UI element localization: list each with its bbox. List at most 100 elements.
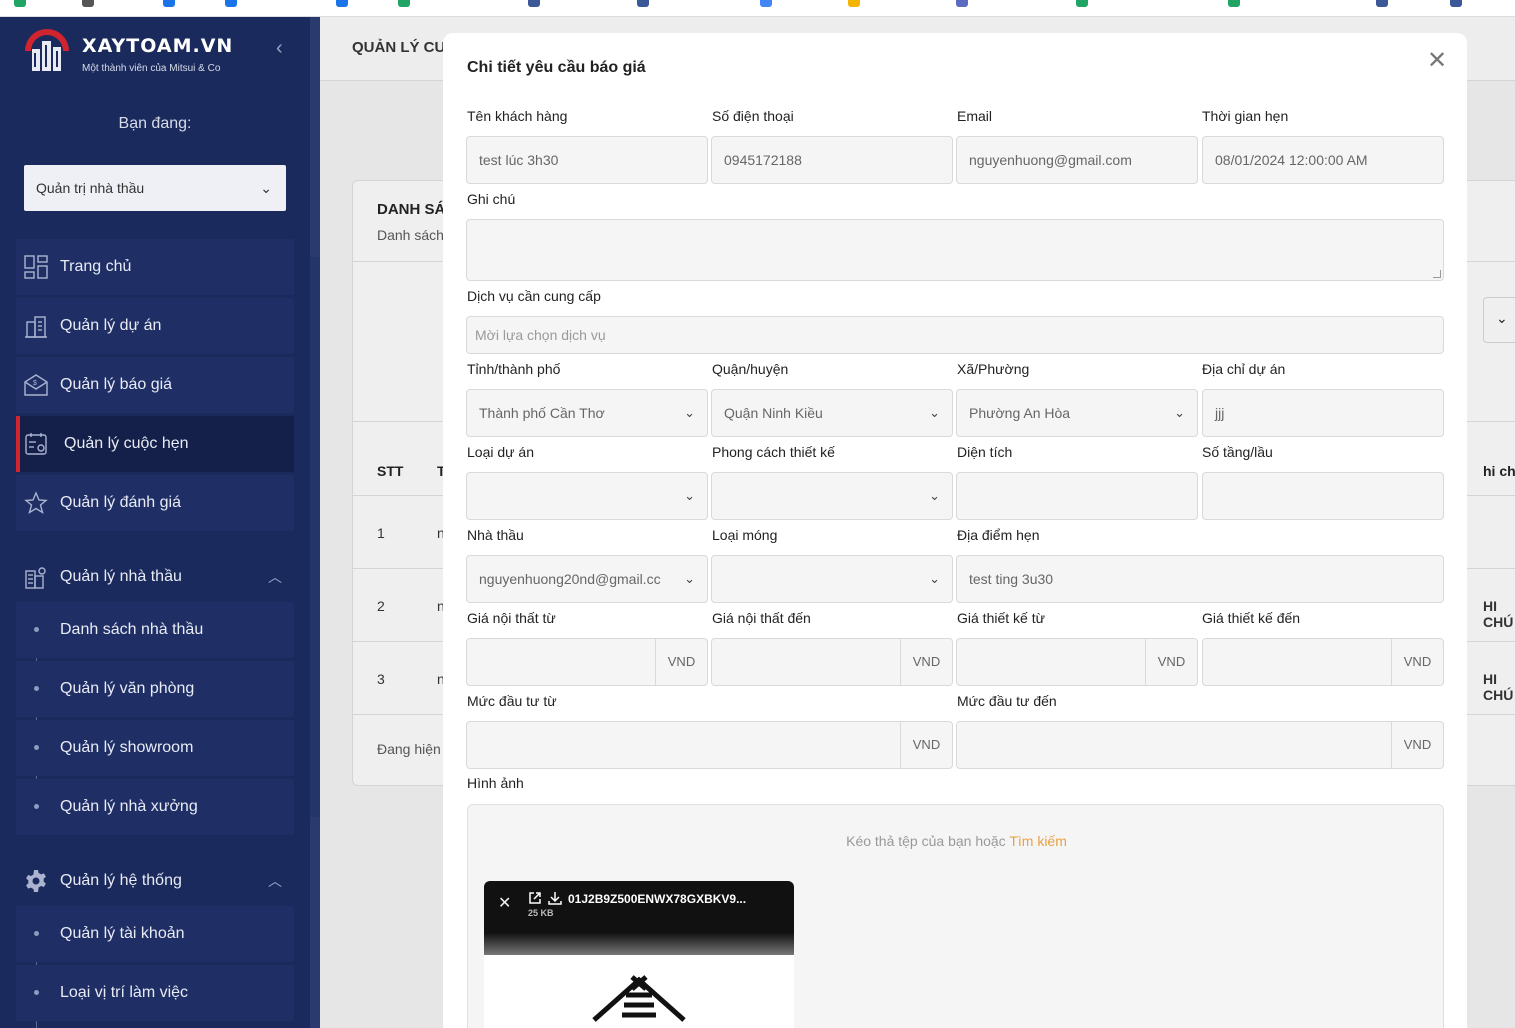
note-textarea[interactable] — [466, 219, 1444, 281]
bookmark-icon[interactable] — [398, 0, 410, 7]
sidebar-item-offices[interactable]: Quản lý văn phòng — [16, 661, 294, 717]
sidebar: XAYTOAM.VN Một thành viên của Mitsui & C… — [0, 17, 320, 1028]
sidebar-item-projects[interactable]: Quản lý dự án — [16, 298, 294, 354]
bookmark-icon[interactable] — [1376, 0, 1388, 7]
contractor-label: Nhà thầu — [467, 527, 524, 543]
email-label: Email — [957, 108, 993, 124]
remove-file-icon[interactable]: ✕ — [498, 893, 511, 913]
area-field[interactable] — [956, 472, 1198, 520]
bookmark-icon[interactable] — [528, 0, 540, 7]
ward-select[interactable]: Phường An Hòa ⌄ — [956, 389, 1198, 437]
chevron-up-icon[interactable]: ︿ — [268, 853, 282, 909]
download-icon[interactable] — [548, 891, 562, 905]
appointment-time-field[interactable]: 08/01/2024 12:00:00 AM — [1202, 136, 1444, 184]
design-price-from-field[interactable]: VND — [956, 638, 1198, 686]
contractor-select[interactable]: nguyenhuong20nd@gmail.cc ⌄ — [466, 555, 708, 603]
sidebar-group-contractors[interactable]: Quản lý nhà thầu ︿ — [16, 549, 294, 605]
interior-price-to-field[interactable]: VND — [711, 638, 953, 686]
bookmark-icon[interactable] — [956, 0, 968, 7]
chevron-down-icon: ⌄ — [929, 405, 940, 420]
sidebar-group-label: Quản lý hệ thống — [60, 872, 182, 889]
interior-price-from-field[interactable]: VND — [466, 638, 708, 686]
table-cell: 2 — [377, 598, 385, 614]
column-header: hi chú — [1483, 463, 1515, 479]
close-icon[interactable]: ✕ — [1427, 49, 1447, 73]
bookmark-icon[interactable] — [1450, 0, 1462, 7]
services-select[interactable]: Mời lựa chọn dịch vụ — [466, 316, 1444, 354]
customer-name-field[interactable]: test lúc 3h30 — [466, 136, 708, 184]
file-name: 01J2B9Z500ENWX78GXBKV9... — [568, 892, 747, 906]
design-price-from-label: Giá thiết kế từ — [957, 610, 1045, 626]
investment-from-field[interactable]: VND — [466, 721, 953, 769]
appointment-icon — [25, 433, 47, 455]
table-cell[interactable]: HI CHÚ — [1483, 598, 1515, 630]
quote-envelope-icon: $ — [24, 374, 48, 396]
bookmark-icon[interactable] — [336, 0, 348, 7]
pagination-text: Đang hiện — [377, 741, 441, 757]
design-price-to-field[interactable]: VND — [1202, 638, 1444, 686]
bookmark-icon[interactable] — [637, 0, 649, 7]
open-external-icon[interactable] — [528, 891, 542, 905]
bookmark-icon[interactable] — [760, 0, 772, 7]
investment-from-label: Mức đầu tư từ — [467, 693, 557, 709]
sidebar-item-reviews[interactable]: Quản lý đánh giá — [16, 475, 294, 531]
province-select[interactable]: Thành phố Cần Thơ ⌄ — [466, 389, 708, 437]
sidebar-scrollbar-thumb[interactable] — [310, 257, 320, 817]
foundation-type-label: Loại móng — [712, 527, 778, 543]
services-label: Dịch vụ cần cung cấp — [467, 288, 601, 304]
chevron-down-icon: ⌄ — [684, 571, 695, 586]
sidebar-item-quotes[interactable]: $ Quản lý báo giá — [16, 357, 294, 413]
chevron-up-icon[interactable]: ︿ — [268, 549, 282, 605]
chevron-down-icon: ⌄ — [684, 488, 695, 503]
currency-unit: VND — [1391, 639, 1443, 685]
page-title: QUẢN LÝ CU — [352, 39, 446, 56]
dashboard-icon — [24, 255, 48, 279]
investment-to-field[interactable]: VND — [956, 721, 1444, 769]
sidebar-item-workshops[interactable]: Quản lý nhà xưởng — [16, 779, 294, 835]
sidebar-item-accounts[interactable]: Quản lý tài khoản — [16, 906, 294, 962]
role-select[interactable]: Quản trị nhà thầu ⌄ — [24, 165, 286, 211]
sidebar-item-work-positions[interactable]: Loại vị trí làm việc — [16, 965, 294, 1021]
resize-handle-icon[interactable] — [1433, 270, 1441, 278]
bookmark-icon[interactable] — [225, 0, 237, 7]
bookmark-icon[interactable] — [848, 0, 860, 7]
appointment-time-label: Thời gian hẹn — [1202, 108, 1289, 124]
sidebar-item-showrooms[interactable]: Quản lý showroom — [16, 720, 294, 776]
phone-field[interactable]: 0945172188 — [711, 136, 953, 184]
table-cell: 1 — [377, 525, 385, 541]
sidebar-group-system[interactable]: Quản lý hệ thống ︿ — [16, 853, 294, 909]
brand-logo[interactable]: XAYTOAM.VN Một thành viên của Mitsui & C… — [22, 25, 242, 81]
filter-select[interactable]: ⌄ — [1483, 297, 1515, 343]
interior-price-to-label: Giá nội thất đến — [712, 610, 811, 626]
email-field[interactable]: nguyenhuong@gmail.com — [956, 136, 1198, 184]
image-dropzone[interactable]: Kéo thả tệp của bạn hoặc Tìm kiếm ✕ 01J2… — [467, 804, 1444, 1028]
file-size: 25 KB — [528, 908, 554, 918]
bookmark-icon[interactable] — [163, 0, 175, 7]
chevron-down-icon: ⌄ — [1496, 310, 1508, 326]
design-style-select[interactable]: ⌄ — [711, 472, 953, 520]
bookmark-icon[interactable] — [82, 0, 94, 7]
district-value: Quận Ninh Kiều — [724, 405, 823, 421]
meeting-place-field[interactable]: test ting 3u30 — [956, 555, 1444, 603]
browse-files-link[interactable]: Tìm kiếm — [1009, 833, 1067, 849]
sidebar-item-appointments[interactable]: Quản lý cuộc hẹn — [16, 416, 294, 472]
investment-to-label: Mức đầu tư đến — [957, 693, 1057, 709]
sidebar-item-home[interactable]: Trang chủ — [16, 239, 294, 295]
table-cell[interactable]: HI CHÚ — [1483, 671, 1515, 703]
floors-field[interactable] — [1202, 472, 1444, 520]
bookmark-icon[interactable] — [14, 0, 26, 7]
sidebar-item-contractor-list[interactable]: Danh sách nhà thầu — [16, 602, 294, 658]
area-label: Diện tích — [957, 444, 1013, 460]
uploaded-file-card: ✕ 01J2B9Z500ENWX78GXBKV9... 25 KB — [484, 881, 794, 1028]
gear-icon — [26, 870, 46, 892]
bookmark-icon[interactable] — [1076, 0, 1088, 7]
chevron-down-icon: ⌄ — [929, 571, 940, 586]
bullet-icon — [34, 627, 39, 632]
foundation-type-select[interactable]: ⌄ — [711, 555, 953, 603]
collapse-sidebar-icon[interactable]: ‹ — [276, 37, 283, 60]
project-type-select[interactable]: ⌄ — [466, 472, 708, 520]
project-address-field[interactable]: jjj — [1202, 389, 1444, 437]
sidebar-item-label: Trang chủ — [60, 258, 132, 275]
bookmark-icon[interactable] — [1228, 0, 1240, 7]
district-select[interactable]: Quận Ninh Kiều ⌄ — [711, 389, 953, 437]
